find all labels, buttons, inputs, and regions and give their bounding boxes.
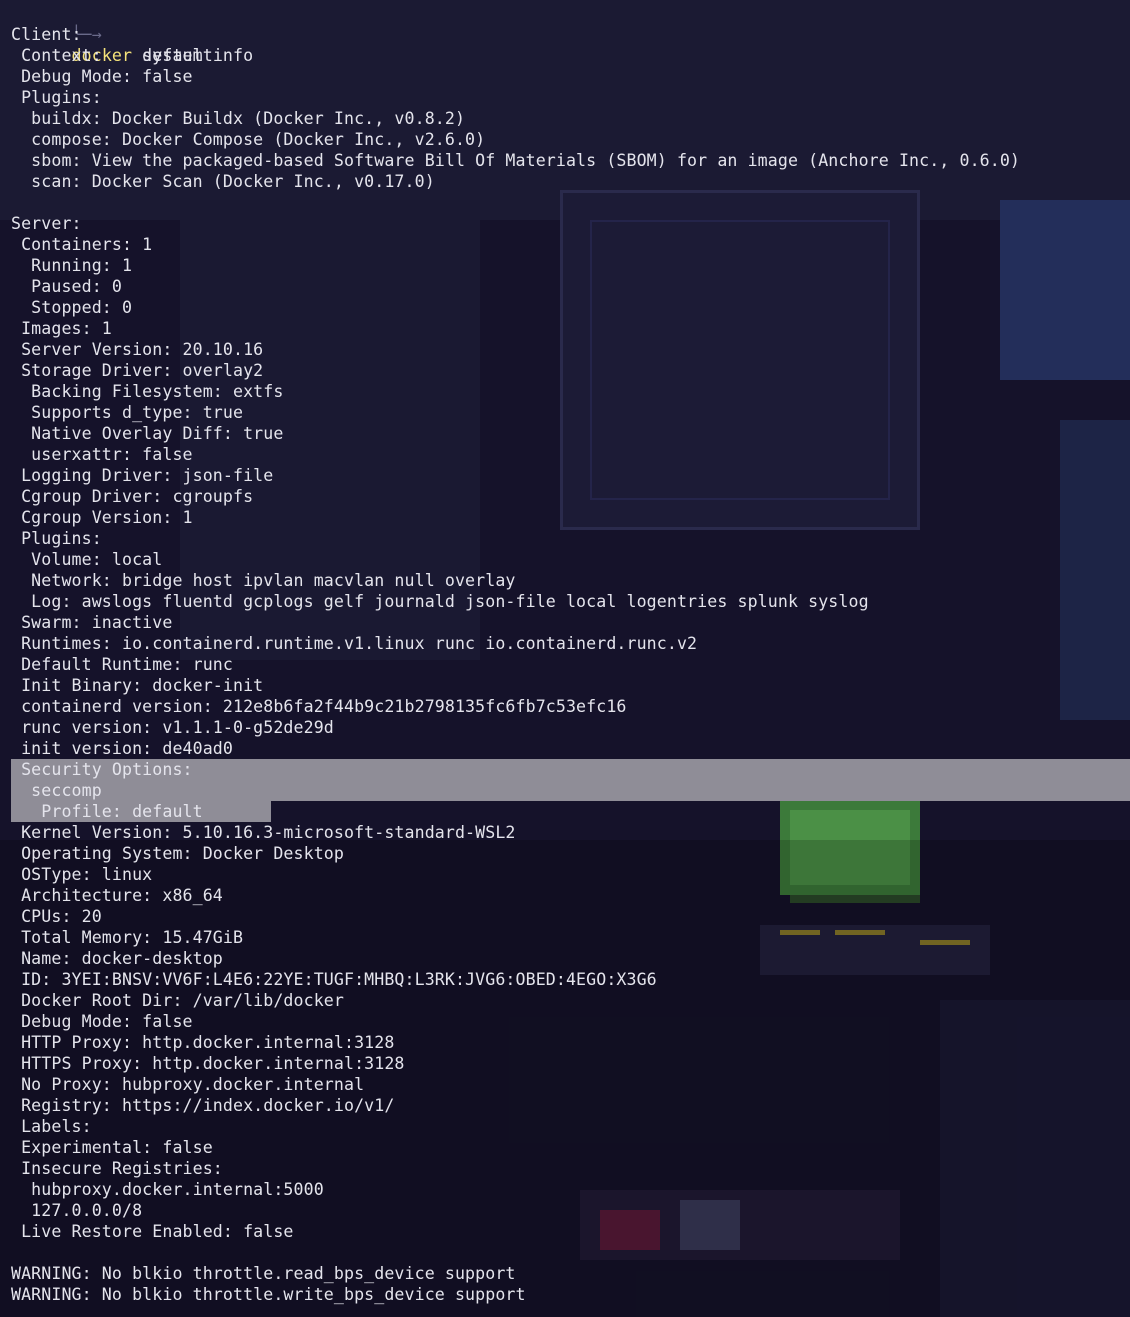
output-line: Log: awslogs fluentd gcplogs gelf journa… — [11, 592, 869, 611]
output-line: Architecture: x86_64 — [11, 886, 223, 905]
output-line: Server Version: 20.10.16 — [11, 340, 264, 359]
output-line: Volume: local — [11, 550, 163, 569]
output-line: No Proxy: hubproxy.docker.internal — [11, 1075, 365, 1094]
terminal-window[interactable]: ╰─→ docker system info Client: Context: … — [0, 0, 1130, 1317]
output-line: Default Runtime: runc — [11, 655, 233, 674]
output-line: Images: 1 — [11, 319, 112, 338]
output-line: HTTPS Proxy: http.docker.internal:3128 — [11, 1054, 405, 1073]
output-line: Operating System: Docker Desktop — [11, 844, 344, 863]
output-line: Cgroup Version: 1 — [11, 508, 193, 527]
output-line: ID: 3YEI:BNSV:VV6F:L4E6:22YE:TUGF:MHBQ:L… — [11, 970, 657, 989]
output-line: WARNING: No blkio throttle.read_bps_devi… — [11, 1264, 516, 1283]
output-line: Name: docker-desktop — [11, 949, 223, 968]
output-line: buildx: Docker Buildx (Docker Inc., v0.8… — [11, 109, 466, 128]
output-line: Runtimes: io.containerd.runtime.v1.linux… — [11, 634, 698, 653]
output-line: runc version: v1.1.1-0-g52de29d — [11, 718, 334, 737]
output-line: Labels: — [11, 1117, 92, 1136]
output-line: seccomp — [11, 781, 102, 800]
output-line: userxattr: false — [11, 445, 193, 464]
output-line: compose: Docker Compose (Docker Inc., v2… — [11, 130, 486, 149]
output-line: Context: default — [11, 46, 213, 65]
output-line: containerd version: 212e8b6fa2f44b9c21b2… — [11, 697, 627, 716]
output-line: Storage Driver: overlay2 — [11, 361, 264, 380]
output-line: Docker Root Dir: /var/lib/docker — [11, 991, 344, 1010]
output-line: Init Binary: docker-init — [11, 676, 264, 695]
output-line: HTTP Proxy: http.docker.internal:3128 — [11, 1033, 395, 1052]
output-line: Supports d_type: true — [11, 403, 244, 422]
terminal-output: ╰─→ docker system info Client: Context: … — [0, 0, 1130, 1317]
output-line: Experimental: false — [11, 1138, 213, 1157]
output-line: Live Restore Enabled: false — [11, 1222, 294, 1241]
output-line: Plugins: — [11, 529, 102, 548]
output-line: hubproxy.docker.internal:5000 — [11, 1180, 324, 1199]
output-line: Registry: https://index.docker.io/v1/ — [11, 1096, 395, 1115]
output-line: init version: de40ad0 — [11, 739, 233, 758]
output-line: Native Overlay Diff: true — [11, 424, 284, 443]
output-line: Debug Mode: false — [11, 67, 193, 86]
output-line: Total Memory: 15.47GiB — [11, 928, 244, 947]
output-line: CPUs: 20 — [11, 907, 102, 926]
output-line: Stopped: 0 — [11, 298, 133, 317]
output-line: Security Options: — [11, 760, 193, 779]
output-line: Client: — [11, 25, 82, 44]
output-line: Backing Filesystem: extfs — [11, 382, 284, 401]
output-line: Containers: 1 — [11, 235, 153, 254]
output-line: Cgroup Driver: cgroupfs — [11, 487, 254, 506]
command-prompt-line: ╰─→ docker system info — [11, 3, 254, 65]
output-line: Logging Driver: json-file — [11, 466, 274, 485]
output-line: 127.0.0.0/8 — [11, 1201, 143, 1220]
output-line: WARNING: No blkio throttle.write_bps_dev… — [11, 1285, 526, 1304]
output-line: sbom: View the packaged-based Software B… — [11, 151, 1021, 170]
output-line: scan: Docker Scan (Docker Inc., v0.17.0) — [11, 172, 435, 191]
output-line: Insecure Registries: — [11, 1159, 223, 1178]
output-line: Paused: 0 — [11, 277, 122, 296]
output-line: Server: — [11, 214, 82, 233]
output-line: OSType: linux — [11, 865, 153, 884]
output-line: Debug Mode: false — [11, 1012, 193, 1031]
output-line: Running: 1 — [11, 256, 133, 275]
output-line: Plugins: — [11, 88, 102, 107]
output-line: Swarm: inactive — [11, 613, 173, 632]
output-line: Network: bridge host ipvlan macvlan null… — [11, 571, 516, 590]
output-line: Profile: default — [11, 802, 203, 821]
output-line: Kernel Version: 5.10.16.3-microsoft-stan… — [11, 823, 516, 842]
